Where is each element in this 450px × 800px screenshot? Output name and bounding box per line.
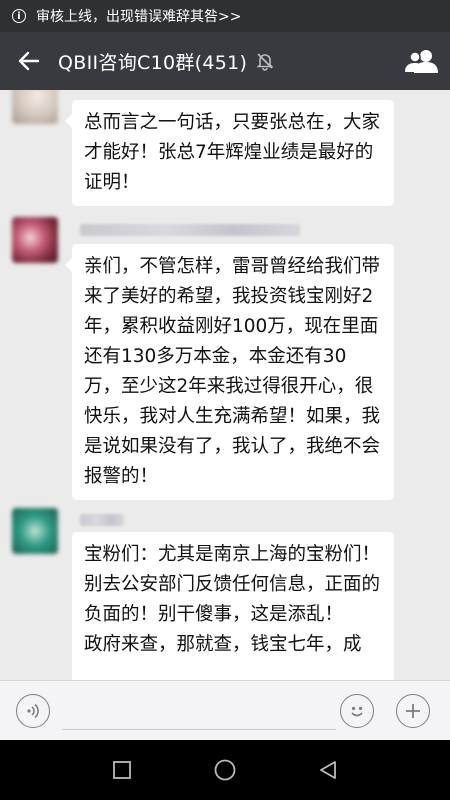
muted-bell-icon (255, 51, 275, 71)
home-icon (214, 759, 236, 781)
voice-button[interactable] (16, 694, 50, 728)
system-nav-bar (0, 740, 450, 800)
message-input[interactable] (62, 695, 336, 730)
message-bubble[interactable]: 总而言之一句话，只要张总在，大家才能好！张总7年辉煌业绩是最好的证明！ (65, 100, 394, 206)
sender-name (80, 514, 124, 526)
recent-apps-button[interactable] (102, 750, 142, 790)
input-bar (0, 680, 450, 740)
back-button[interactable] (0, 32, 58, 90)
nav-back-icon (320, 761, 337, 779)
chat-header: QBII咨询C10群(451) (0, 32, 450, 90)
back-arrow-icon (18, 51, 40, 71)
notice-text: 审核上线，出现错误难辞其咎>> (36, 9, 242, 25)
info-icon: i (12, 9, 26, 23)
emoji-button[interactable] (340, 694, 374, 728)
group-members-icon (405, 50, 438, 73)
voice-icon (27, 703, 39, 719)
message-bubble[interactable]: 亲们，不管怎样，雷哥曾经给我们带来了美好的希望，我投资钱宝刚好2年，累积收益刚好… (65, 244, 394, 500)
avatar[interactable] (12, 217, 58, 263)
plus-icon (406, 704, 420, 718)
avatar[interactable] (12, 508, 58, 554)
chat-title: QBII咨询C10群(451) (58, 51, 248, 74)
recent-apps-icon (112, 761, 131, 779)
avatar[interactable] (12, 90, 58, 124)
message-list[interactable]: 总而言之一句话，只要张总在，大家才能好！张总7年辉煌业绩是最好的证明！ 亲们，不… (0, 90, 450, 680)
nav-back-button[interactable] (308, 750, 348, 790)
home-button[interactable] (205, 750, 245, 790)
group-members-button[interactable] (394, 32, 450, 90)
emoji-icon (351, 706, 363, 717)
sender-name (80, 224, 300, 236)
more-button[interactable] (396, 694, 430, 728)
message-bubble[interactable]: 宝粉们：尤其是南京上海的宝粉们！别去公安部门反馈任何信息，正面的负面的！别干傻事… (72, 532, 394, 680)
notice-banner[interactable]: i 审核上线，出现错误难辞其咎>> (0, 0, 450, 32)
